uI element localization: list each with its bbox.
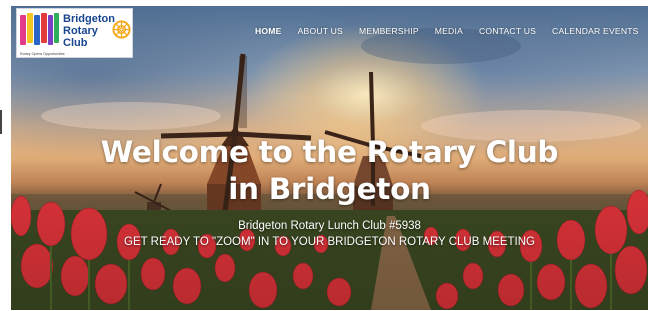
main-navigation: HOME ABOUT US MEMBERSHIP MEDIA CONTACT U… bbox=[255, 26, 639, 40]
hero-title-line-2: in Bridgeton bbox=[228, 172, 431, 206]
nav-about-us[interactable]: ABOUT US bbox=[298, 26, 343, 40]
logo-line-3: Club bbox=[63, 37, 88, 49]
flags-logo-icon bbox=[20, 13, 59, 45]
nav-media[interactable]: MEDIA bbox=[435, 26, 463, 40]
hero-subtitle: Bridgeton Rotary Lunch Club #5938 bbox=[238, 220, 421, 232]
logo-line-1: Bridgeton bbox=[63, 13, 115, 25]
hero-title-line-1: Welcome to the Rotary Club bbox=[100, 135, 559, 169]
nav-calendar-events[interactable]: CALENDAR EVENTS bbox=[552, 26, 639, 40]
rotary-wheel-icon bbox=[112, 20, 131, 39]
nav-home[interactable]: HOME bbox=[255, 26, 282, 40]
page-left-margin bbox=[0, 0, 11, 311]
club-logo[interactable]: Bridgeton Rotary Club Rotary Opens Oppor… bbox=[16, 8, 133, 58]
nav-membership[interactable]: MEMBERSHIP bbox=[359, 26, 419, 40]
hero-banner: Bridgeton Rotary Club Rotary Opens Oppor… bbox=[11, 6, 648, 310]
hero-cta-text[interactable]: GET READY TO "ZOOM" IN TO YOUR BRIDGETON… bbox=[11, 236, 648, 248]
logo-line-2: Rotary bbox=[63, 25, 98, 37]
logo-tagline: Rotary Opens Opportunities bbox=[20, 52, 65, 56]
nav-contact-us[interactable]: CONTACT US bbox=[479, 26, 536, 40]
logo-text: Bridgeton Rotary Club bbox=[63, 13, 115, 49]
scrollbar-marker bbox=[0, 110, 2, 134]
